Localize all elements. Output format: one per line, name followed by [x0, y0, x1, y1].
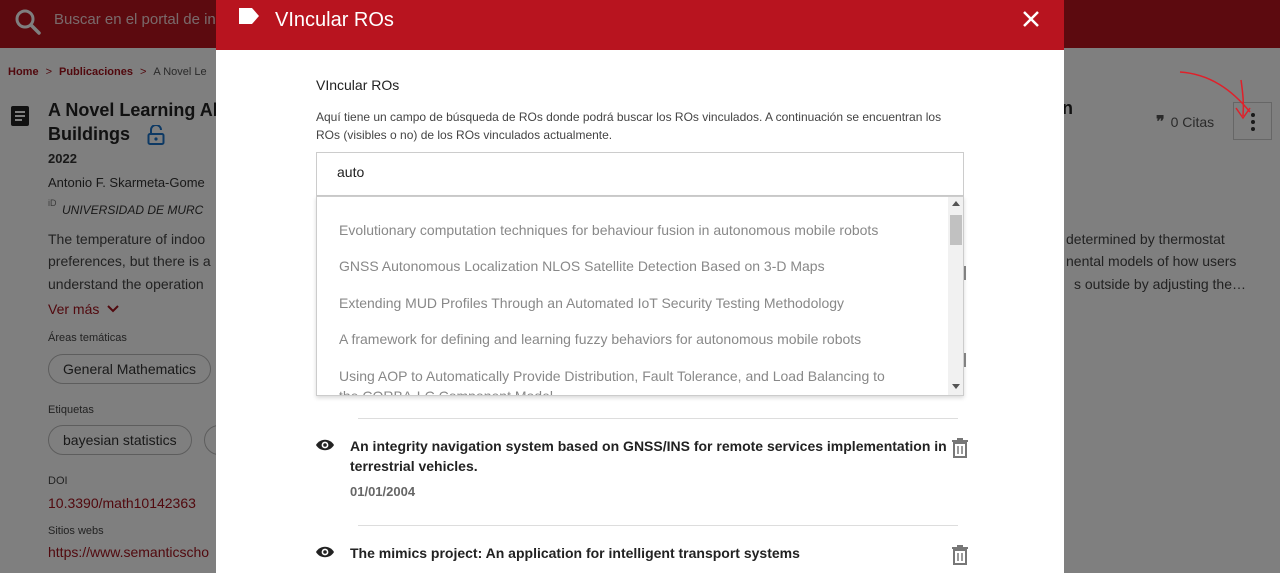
label-icon — [239, 8, 259, 24]
annotation-arrow-icon — [1179, 71, 1251, 120]
scrollbar-thumb[interactable] — [950, 215, 962, 245]
modal-title: VIncular ROs — [275, 9, 394, 31]
scroll-down-icon[interactable] — [952, 384, 960, 389]
autocomplete-option[interactable]: GNSS Autonomous Localization NLOS Satell… — [339, 258, 825, 274]
autocomplete-dropdown: Evolutionary computation techniques for … — [316, 196, 964, 396]
help-text: Aquí tiene un campo de búsqueda de ROs d… — [316, 110, 942, 142]
autocomplete-option[interactable]: Evolutionary computation techniques for … — [339, 222, 878, 238]
ro-search-input[interactable] — [337, 164, 937, 180]
scroll-up-icon[interactable] — [952, 201, 960, 206]
trash-icon[interactable] — [952, 438, 968, 458]
autocomplete-option[interactable]: Using AOP to Automatically Provide Distr… — [339, 368, 885, 384]
field-title: VIncular ROs — [316, 77, 400, 93]
trash-icon[interactable] — [952, 545, 968, 565]
autocomplete-option[interactable]: the CORBA-LC Component Model — [339, 388, 553, 395]
autocomplete-option[interactable]: A framework for defining and learning fu… — [339, 331, 861, 347]
eye-icon[interactable] — [315, 438, 335, 452]
linked-ro-title[interactable]: An integrity navigation system based on … — [350, 436, 950, 476]
ro-search-field[interactable] — [316, 152, 964, 196]
linked-ro-title[interactable]: The mimics project: An application for i… — [350, 543, 950, 563]
modal-header: VIncular ROs — [216, 0, 1064, 50]
vincular-ros-modal: VIncular ROs VIncular ROs Aquí tiene un … — [216, 0, 1064, 573]
dropdown-scrollbar[interactable] — [948, 197, 963, 395]
close-icon[interactable] — [1022, 10, 1040, 28]
autocomplete-option[interactable]: Extending MUD Profiles Through an Automa… — [339, 295, 844, 311]
divider — [358, 418, 958, 419]
divider — [358, 525, 958, 526]
eye-icon[interactable] — [315, 545, 335, 559]
linked-ro-date: 01/01/2004 — [350, 484, 416, 499]
